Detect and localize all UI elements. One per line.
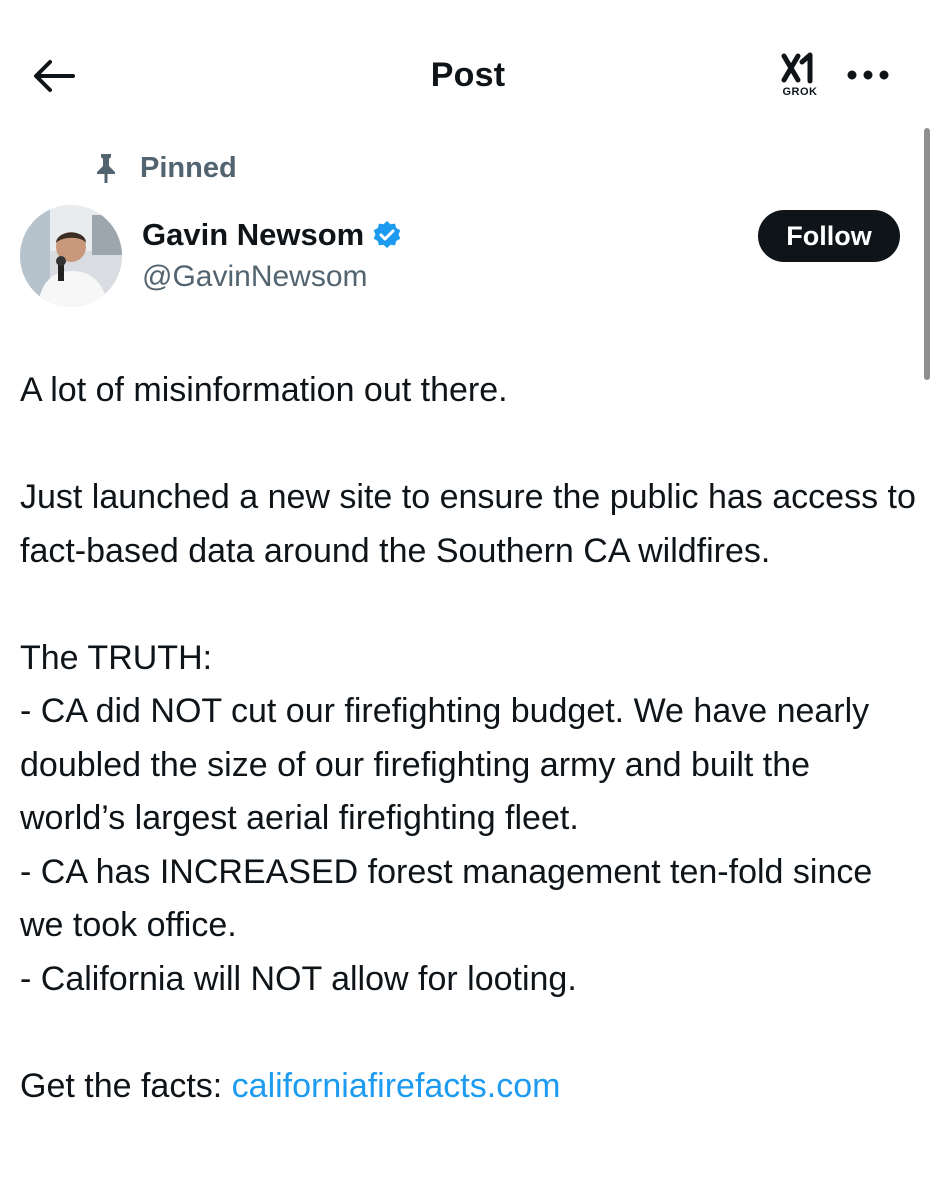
pin-icon bbox=[97, 154, 115, 183]
follow-button[interactable]: Follow bbox=[758, 210, 900, 262]
post-line: The TRUTH: bbox=[20, 638, 213, 677]
author-name: Gavin Newsom bbox=[142, 217, 365, 252]
author-name-row[interactable]: Gavin Newsom bbox=[142, 214, 402, 256]
pinned-label: Pinned bbox=[140, 151, 237, 184]
post-paragraph: Just launched a new site to ensure the p… bbox=[20, 478, 916, 570]
post-text: A lot of misinformation out there. Just … bbox=[20, 364, 920, 1113]
grok-label: GROK bbox=[782, 86, 818, 98]
post-bullet: - CA did NOT cut our firefighting budget… bbox=[20, 692, 870, 837]
verified-badge-icon bbox=[373, 221, 401, 248]
post-bullet: - CA has INCREASED forest management ten… bbox=[20, 852, 873, 945]
author-handle[interactable]: @GavinNewsom bbox=[142, 260, 368, 294]
facts-prefix: Get the facts: bbox=[20, 1066, 232, 1105]
pinned-indicator: Pinned bbox=[94, 150, 237, 186]
post-bullet: - California will NOT allow for looting. bbox=[20, 959, 577, 998]
scrollbar[interactable] bbox=[924, 128, 930, 380]
grok-button[interactable]: GROK bbox=[772, 52, 828, 108]
more-horizontal-icon bbox=[847, 70, 889, 80]
facts-link[interactable]: californiafirefacts.com bbox=[232, 1067, 561, 1105]
facts-line: Get the facts: californiafirefacts.com bbox=[20, 1060, 920, 1114]
post-line: A lot of misinformation out there. bbox=[20, 371, 508, 409]
top-bar: Post GROK bbox=[0, 0, 936, 140]
more-options-button[interactable] bbox=[842, 58, 894, 92]
grok-icon bbox=[781, 52, 813, 84]
avatar[interactable] bbox=[20, 205, 122, 307]
